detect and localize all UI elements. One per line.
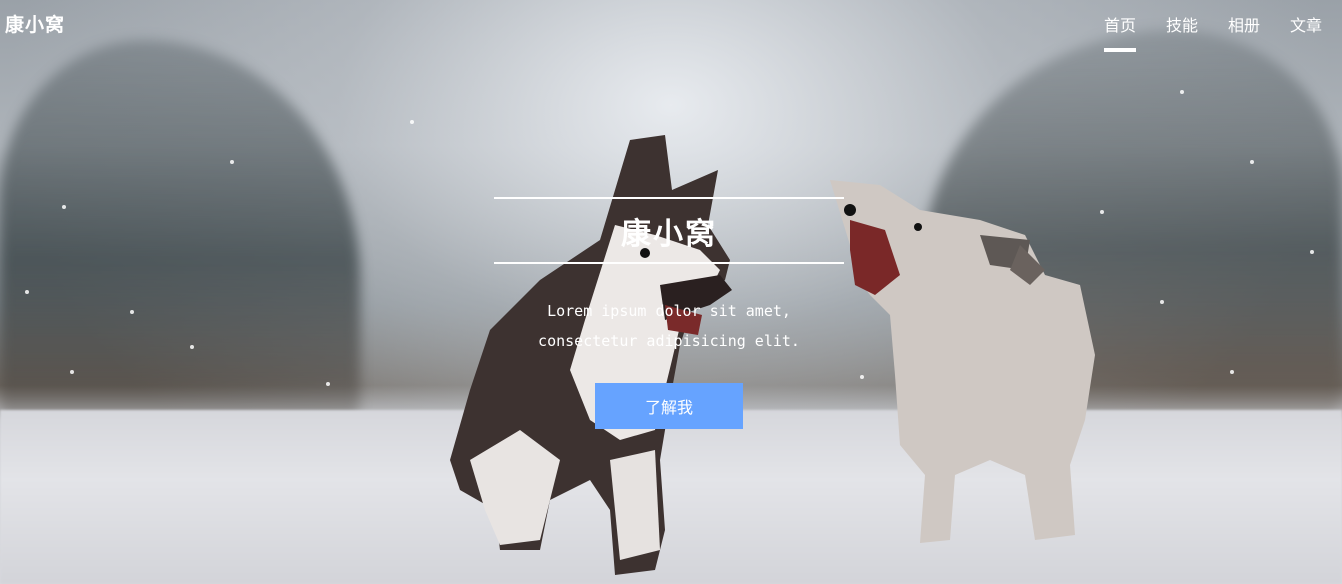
nav-item-skills[interactable]: 技能 — [1166, 12, 1198, 46]
hero-section: 康小窝 首页 技能 相册 文章 康小窝 Lorem ipsum dolor si… — [0, 0, 1342, 584]
nav-item-articles[interactable]: 文章 — [1290, 12, 1322, 46]
main-nav: 首页 技能 相册 文章 — [1103, 12, 1322, 52]
hero-subtitle-line-2: consectetur adipisicing elit. — [538, 332, 800, 350]
about-me-button[interactable]: 了解我 — [595, 383, 743, 429]
hero-title: 康小窝 — [621, 216, 717, 252]
hero-subtitle: Lorem ipsum dolor sit amet, consectetur … — [494, 296, 844, 356]
brand-logo-text[interactable]: 康小窝 — [5, 10, 65, 37]
nav-item-home[interactable]: 首页 — [1103, 12, 1136, 52]
husky-right-image — [830, 180, 1095, 543]
forest-background-left — [0, 40, 360, 440]
nav-item-album[interactable]: 相册 — [1228, 12, 1260, 46]
hero-subtitle-line-1: Lorem ipsum dolor sit amet, — [547, 302, 791, 320]
hero-title-box: 康小窝 — [494, 197, 844, 264]
